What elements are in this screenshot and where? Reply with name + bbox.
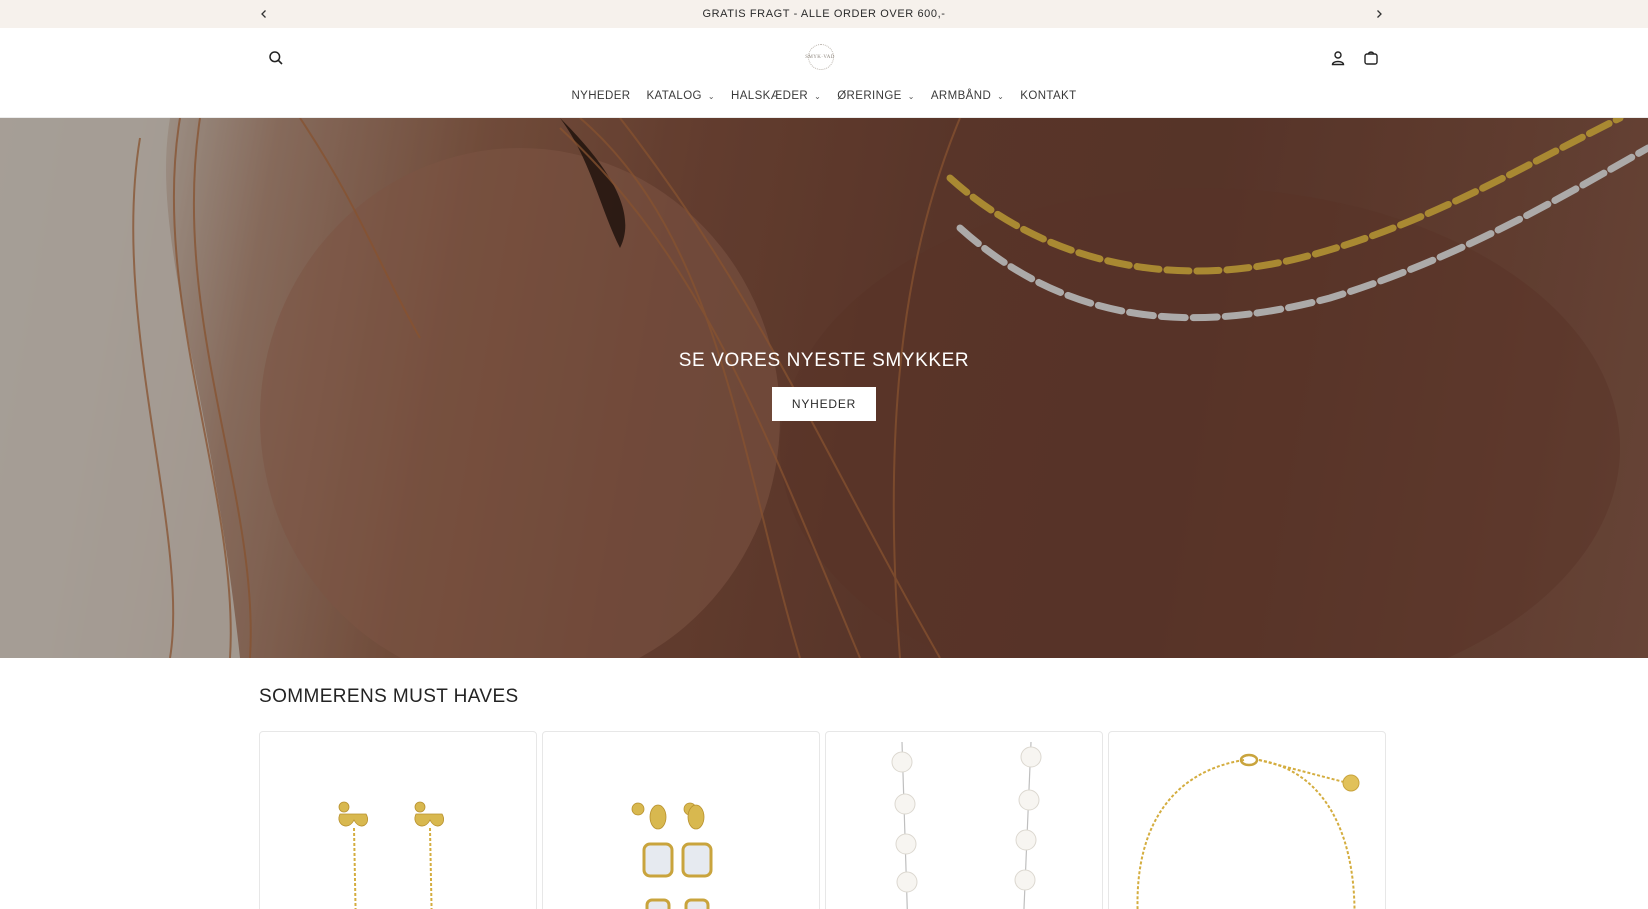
announcement-bar: GRATIS FRAGT - ALLE ORDER OVER 600,- — [0, 0, 1648, 28]
nav-item-oreringe[interactable]: ØRERINGE ⌄ — [829, 86, 923, 106]
product-image-crystal-earrings — [631, 802, 713, 909]
hero-title: SE VORES NYESTE SMYKKER — [678, 350, 970, 371]
hero-cta-button[interactable]: NYHEDER — [772, 387, 876, 421]
chevron-left-icon — [261, 10, 266, 18]
product-card[interactable] — [1108, 731, 1386, 909]
section-title: SOMMERENS MUST HAVES — [259, 686, 519, 707]
cart-button[interactable] — [1359, 46, 1383, 70]
product-card[interactable] — [825, 731, 1103, 909]
cart-icon — [1364, 51, 1378, 65]
hero-content: SE VORES NYESTE SMYKKER NYHEDER — [0, 350, 1648, 421]
nav-item-label: HALSKÆDER — [731, 90, 809, 102]
product-image-earrings — [338, 801, 444, 909]
chevron-right-icon — [1377, 10, 1382, 18]
chevron-down-icon: ⌄ — [814, 91, 822, 101]
logo-text: SMYK·VAD — [805, 54, 835, 60]
nav-item-halskaeder[interactable]: HALSKÆDER ⌄ — [723, 86, 829, 106]
nav-item-label: ØRERINGE — [837, 90, 902, 102]
product-image-pearl-necklace — [891, 741, 1042, 909]
product-card[interactable] — [259, 731, 537, 909]
announcement-text: GRATIS FRAGT - ALLE ORDER OVER 600,- — [702, 8, 946, 20]
search-icon — [269, 51, 283, 65]
main-nav: NYHEDER KATALOG ⌄ HALSKÆDER ⌄ ØRERINGE ⌄… — [0, 86, 1648, 106]
product-grid — [259, 731, 1386, 909]
chevron-down-icon: ⌄ — [907, 91, 915, 101]
nav-item-katalog[interactable]: KATALOG ⌄ — [638, 86, 723, 106]
product-card[interactable] — [542, 731, 820, 909]
nav-item-label: ARMBÅND — [930, 90, 992, 102]
nav-item-kontakt[interactable]: KONTAKT — [1012, 86, 1084, 106]
product-image-bracelet — [1136, 753, 1360, 909]
nav-item-label: NYHEDER — [571, 90, 631, 102]
announcement-prev-button[interactable] — [255, 5, 273, 23]
site-header: SMYK·VAD NYHEDER KATALOG ⌄ HALSKÆDER ⌄ Ø… — [0, 28, 1648, 118]
nav-item-nyheder[interactable]: NYHEDER — [563, 86, 638, 106]
nav-item-label: KATALOG — [646, 90, 702, 102]
account-icon — [1331, 51, 1345, 66]
search-button[interactable] — [264, 46, 288, 70]
hero-banner: SE VORES NYESTE SMYKKER NYHEDER — [0, 118, 1648, 658]
nav-item-armbaand[interactable]: ARMBÅND ⌄ — [923, 86, 1012, 106]
announcement-next-button[interactable] — [1370, 5, 1388, 23]
nav-item-label: KONTAKT — [1020, 90, 1077, 102]
account-button[interactable] — [1326, 46, 1350, 70]
chevron-down-icon: ⌄ — [997, 91, 1005, 101]
logo[interactable]: SMYK·VAD — [800, 42, 840, 72]
chevron-down-icon: ⌄ — [707, 91, 715, 101]
